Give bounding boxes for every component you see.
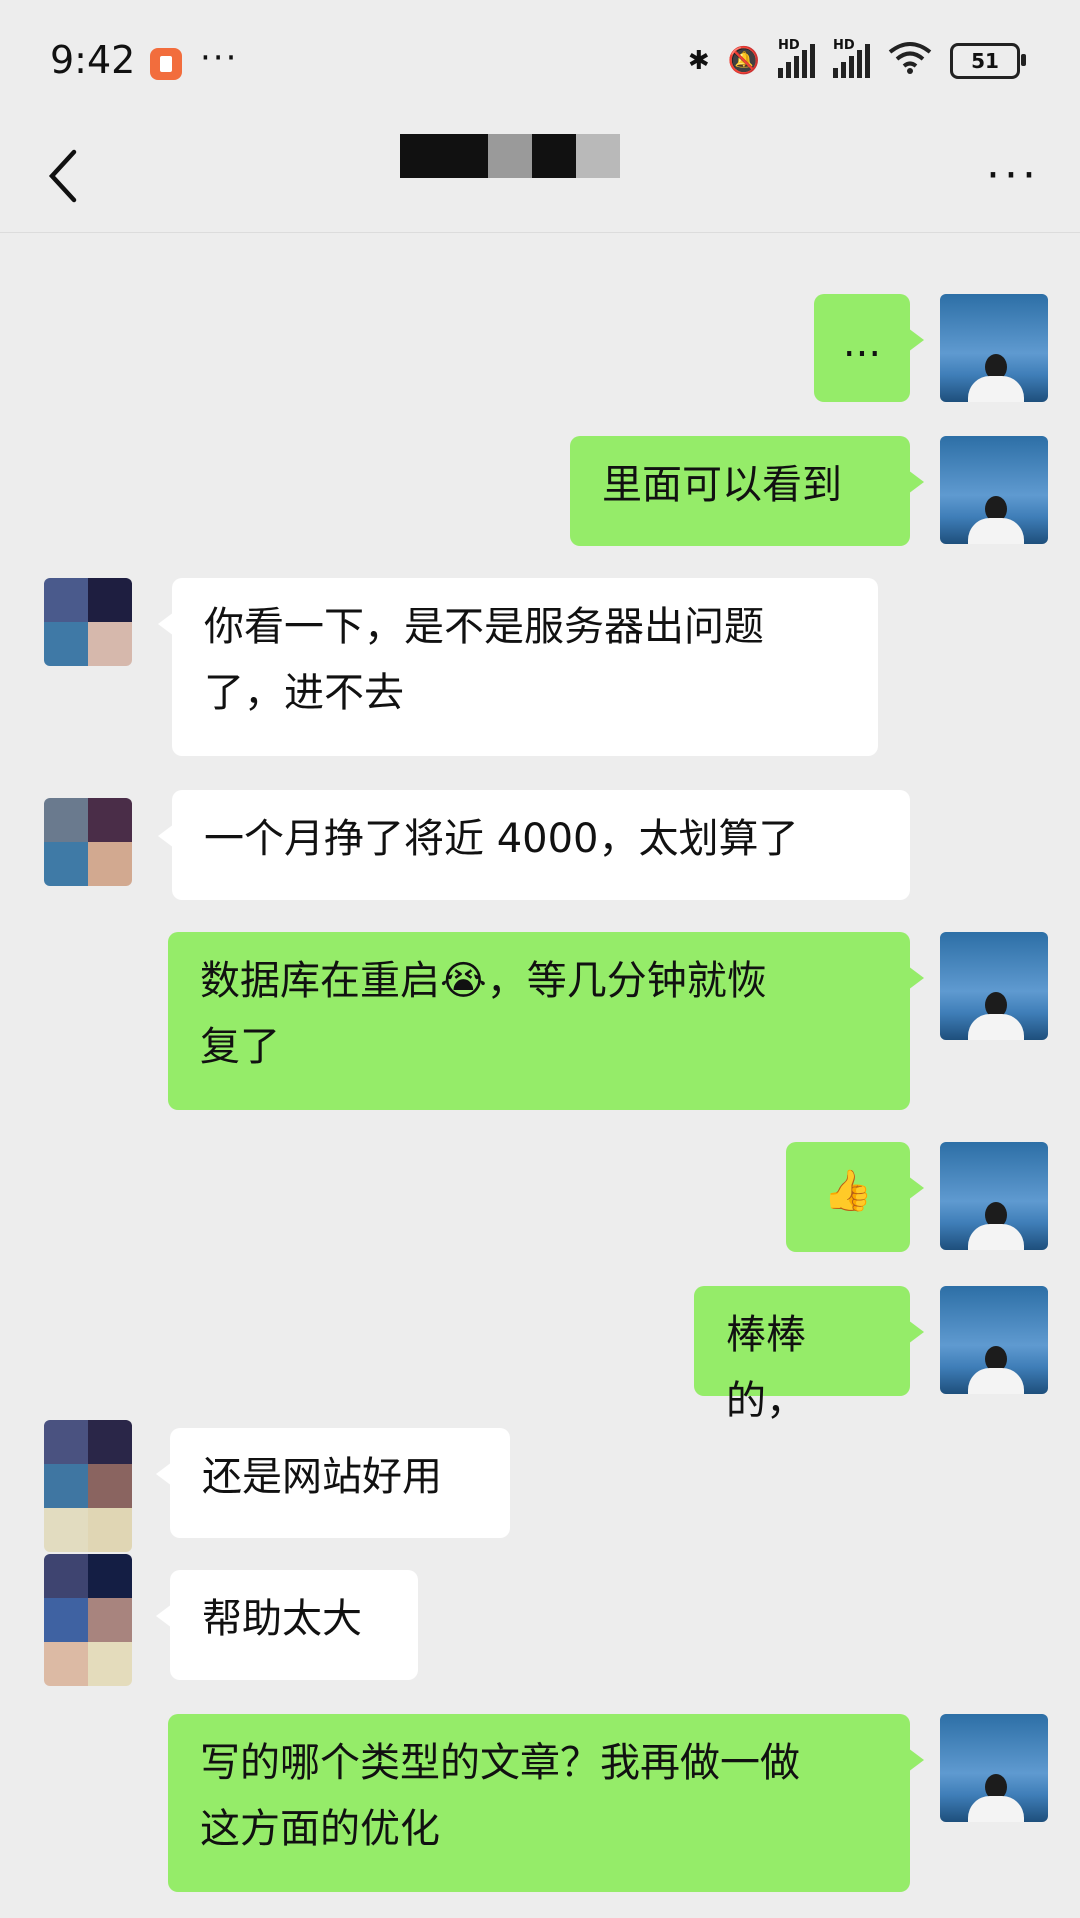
- hd-label: HD: [833, 37, 855, 53]
- status-bar: 9:42 ··· ✱ 🔕 HD HD 51: [0, 0, 1080, 120]
- chat-header: ···: [0, 120, 1080, 233]
- contact-avatar[interactable]: [44, 578, 132, 666]
- chat-title-redacted: [400, 134, 620, 178]
- message-bubble[interactable]: 👍: [786, 1142, 924, 1252]
- contact-avatar[interactable]: [44, 1420, 132, 1552]
- hd-label: HD: [778, 37, 800, 53]
- contact-avatar[interactable]: [44, 798, 132, 886]
- more-notifications-icon: ···: [200, 38, 239, 78]
- my-avatar[interactable]: [940, 1142, 1048, 1250]
- message-bubble[interactable]: 一个月挣了将近 4000，太划算了: [158, 790, 910, 900]
- my-avatar[interactable]: [940, 1714, 1048, 1822]
- my-avatar[interactable]: [940, 436, 1048, 544]
- message-bubble[interactable]: 你看一下，是不是服务器出问题 了，进不去: [158, 578, 878, 756]
- mute-icon: 🔕: [727, 45, 760, 76]
- message-bubble[interactable]: 写的哪个类型的文章？我再做一做 这方面的优化: [168, 1714, 924, 1892]
- my-avatar[interactable]: [940, 294, 1048, 402]
- message-bubble[interactable]: 数据库在重启😭，等几分钟就恢 复了: [168, 932, 924, 1110]
- back-button[interactable]: [40, 146, 88, 206]
- message-bubble[interactable]: 棒棒的，: [694, 1286, 924, 1424]
- message-bubble[interactable]: 帮助太大: [156, 1570, 418, 1680]
- signal-icon: HD: [778, 38, 815, 78]
- my-avatar[interactable]: [940, 932, 1048, 1040]
- message-bubble[interactable]: 还是网站好用: [156, 1428, 510, 1538]
- system-icons: ✱ 🔕 HD HD 51: [687, 38, 1026, 81]
- my-avatar[interactable]: [940, 1286, 1048, 1394]
- status-time: 9:42: [50, 38, 136, 82]
- signal-icon: HD: [833, 38, 870, 78]
- battery-icon: 51: [950, 42, 1026, 79]
- message-bubble[interactable]: 里面可以看到: [570, 436, 924, 546]
- more-options-button[interactable]: ···: [986, 150, 1040, 201]
- message-bubble[interactable]: ...: [814, 294, 924, 402]
- notification-app-icon: [150, 48, 182, 80]
- wifi-icon: [888, 40, 932, 81]
- bluetooth-icon: ✱: [687, 45, 710, 76]
- chevron-left-icon: [48, 149, 77, 203]
- contact-avatar[interactable]: [44, 1554, 132, 1686]
